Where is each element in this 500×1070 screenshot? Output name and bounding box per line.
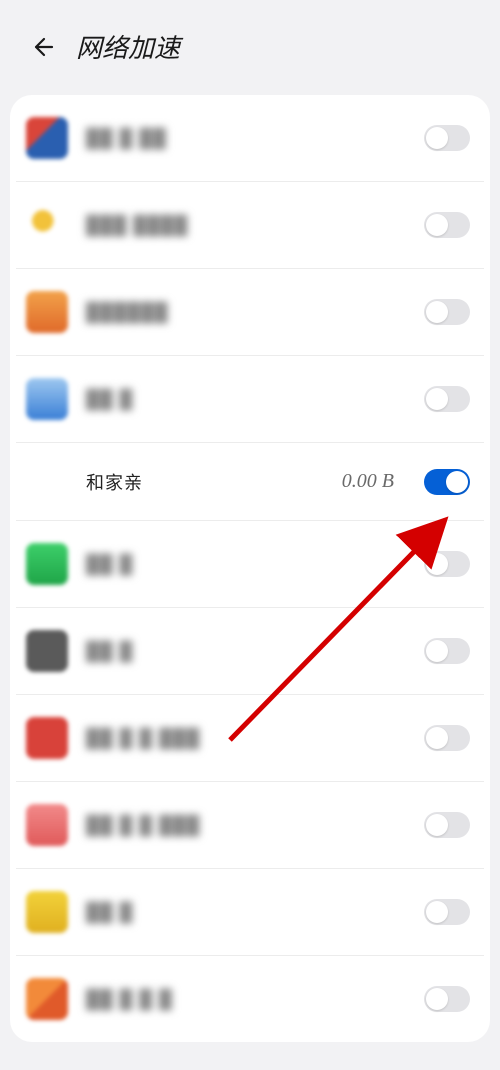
app-icon (26, 717, 68, 759)
toggle-switch[interactable] (424, 212, 470, 238)
toggle-knob (426, 727, 448, 749)
arrow-left-icon (30, 35, 54, 59)
app-icon (26, 291, 68, 333)
app-label: ██ █ █ ███ (86, 728, 406, 749)
app-row: ██ █ █ ███ (16, 782, 484, 869)
app-row: ██████ (16, 269, 484, 356)
app-row: ██ █ █ █ (16, 956, 484, 1042)
app-label: ██ █ (86, 902, 406, 923)
app-row: ██ █ (16, 869, 484, 956)
app-label: ██ █ █ ███ (86, 815, 406, 836)
app-row: ███ ████ (16, 182, 484, 269)
app-row: 和家亲 0.00 B (16, 443, 484, 521)
toggle-knob (426, 214, 448, 236)
app-icon (26, 891, 68, 933)
app-label: ██ █ █ █ (86, 989, 406, 1010)
app-row: ██ █ (16, 356, 484, 443)
app-label: ██████ (86, 302, 406, 323)
app-label: ██ █ (86, 389, 406, 410)
toggle-knob (426, 640, 448, 662)
page-title: 网络加速 (76, 28, 180, 65)
app-label: 和家亲 (86, 469, 324, 495)
toggle-switch[interactable] (424, 899, 470, 925)
app-list: ██ █ ██ ███ ████ ██████ ██ █ 和家亲 0.00 B ██ █ ██… (10, 95, 490, 1042)
toggle-knob (426, 553, 448, 575)
toggle-knob (446, 471, 468, 493)
header: 网络加速 (0, 0, 500, 85)
app-row: ██ █ (16, 521, 484, 608)
toggle-knob (426, 301, 448, 323)
back-button[interactable] (28, 33, 56, 61)
toggle-knob (426, 988, 448, 1010)
app-row: ██ █ █ ███ (16, 695, 484, 782)
toggle-switch[interactable] (424, 551, 470, 577)
toggle-switch[interactable] (424, 125, 470, 151)
toggle-knob (426, 814, 448, 836)
app-icon (26, 204, 68, 246)
app-label: ██ █ (86, 641, 406, 662)
app-icon (26, 543, 68, 585)
app-label: ███ ████ (86, 215, 406, 236)
app-row: ██ █ (16, 608, 484, 695)
toggle-switch[interactable] (424, 386, 470, 412)
toggle-switch[interactable] (424, 638, 470, 664)
app-icon (26, 378, 68, 420)
toggle-switch[interactable] (424, 812, 470, 838)
app-icon (26, 804, 68, 846)
app-label: ██ █ ██ (86, 128, 406, 149)
app-label: ██ █ (86, 554, 406, 575)
toggle-knob (426, 388, 448, 410)
app-icon (26, 630, 68, 672)
toggle-knob (426, 901, 448, 923)
toggle-switch[interactable] (424, 725, 470, 751)
app-icon (26, 117, 68, 159)
app-icon (26, 978, 68, 1020)
toggle-knob (426, 127, 448, 149)
app-row: ██ █ ██ (16, 95, 484, 182)
data-usage-value: 0.00 B (342, 470, 394, 493)
toggle-switch[interactable] (424, 986, 470, 1012)
toggle-switch[interactable] (424, 469, 470, 495)
toggle-switch[interactable] (424, 299, 470, 325)
